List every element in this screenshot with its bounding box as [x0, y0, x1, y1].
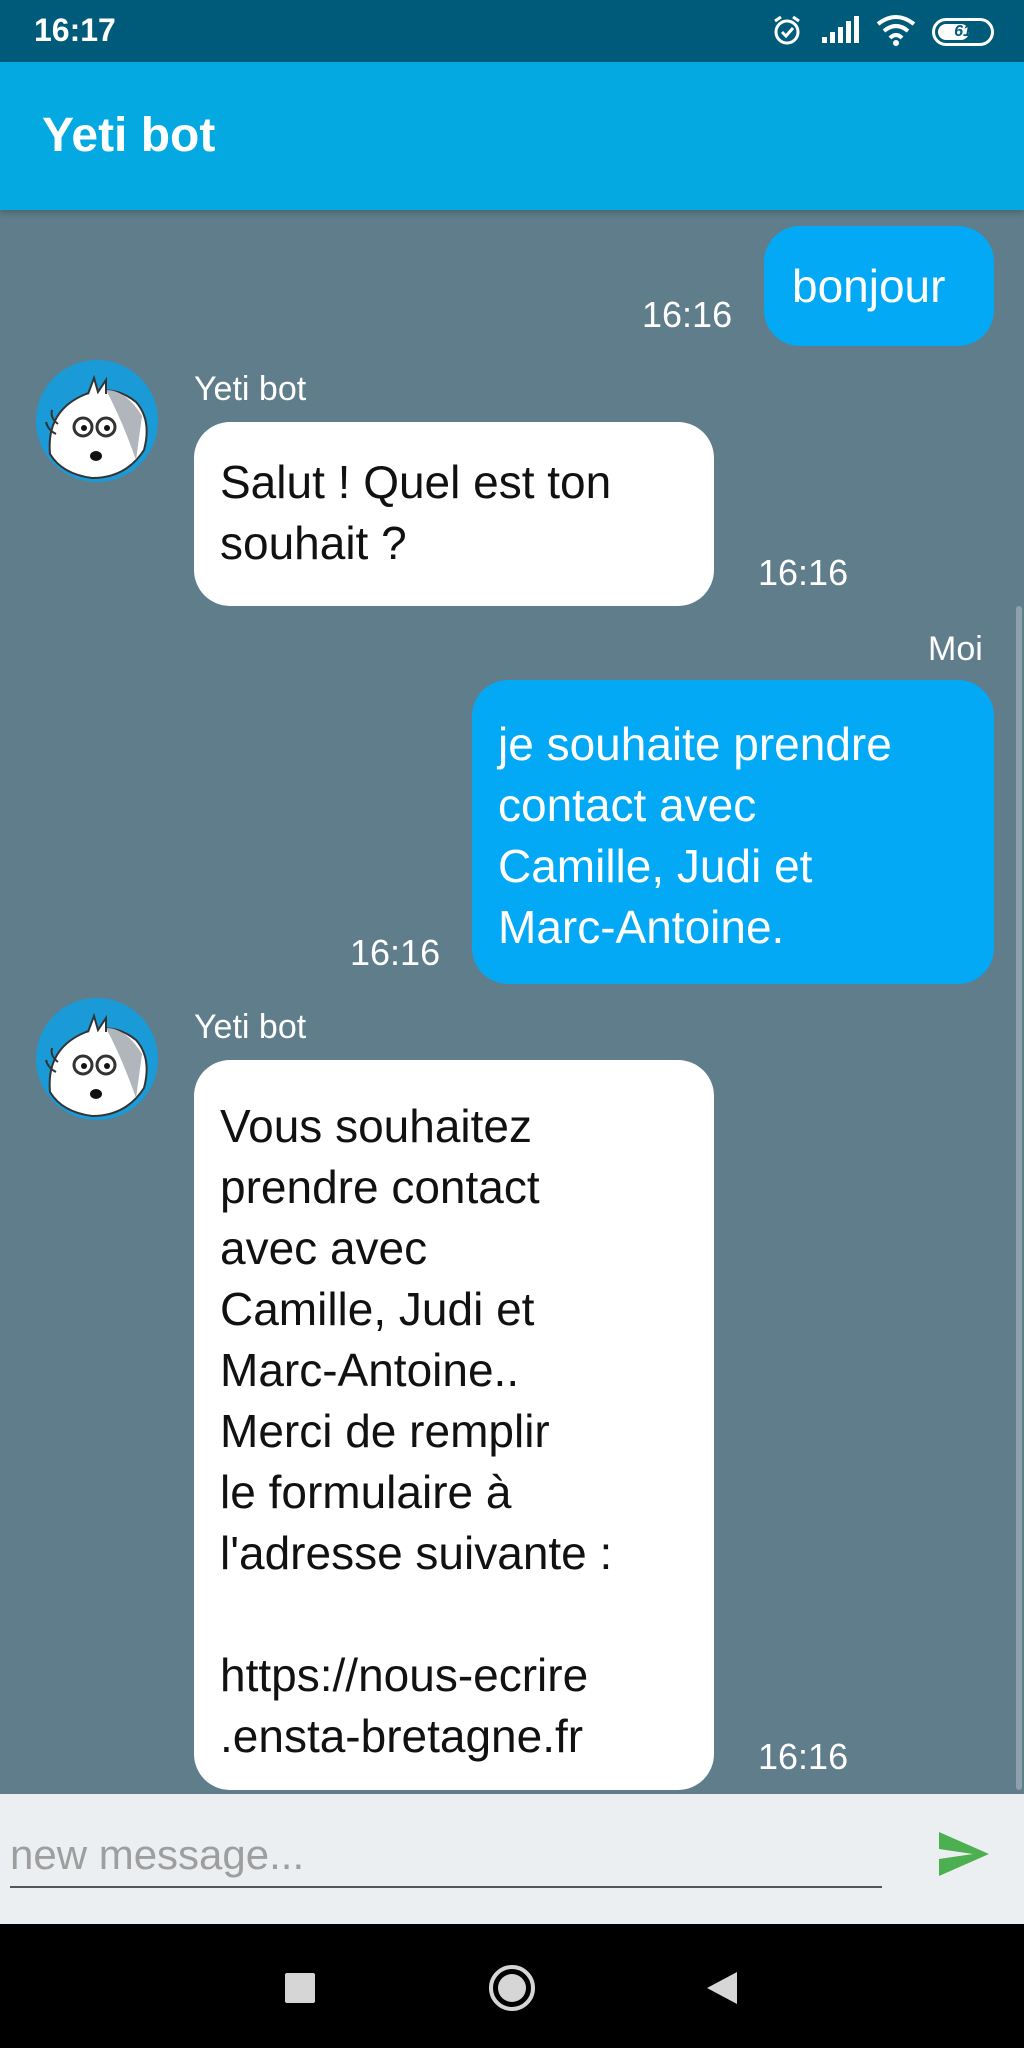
message-input[interactable]: [10, 1824, 882, 1888]
signal-icon: [820, 15, 860, 50]
yeti-avatar-icon: [36, 998, 158, 1120]
sender-name: Moi: [928, 630, 983, 668]
bot-message-bubble[interactable]: Vous souhaitez prendre contact avec avec…: [194, 1060, 714, 1790]
bot-avatar: [36, 998, 158, 1120]
user-message-bubble[interactable]: je souhaite prendre contact avec Camille…: [472, 680, 994, 984]
composer: [0, 1794, 1024, 1924]
scrollbar[interactable]: [1016, 606, 1022, 1790]
home-button[interactable]: [484, 1960, 540, 2016]
app-title: Yeti bot: [42, 109, 216, 162]
message-time: 16:16: [350, 932, 441, 973]
back-button[interactable]: [694, 1960, 750, 2016]
wifi-icon: [876, 14, 916, 51]
message-time: 16:16: [642, 294, 733, 335]
system-nav-bar: [0, 1924, 1024, 2048]
status-icons: 61: [770, 12, 994, 52]
circle-icon: [489, 1965, 535, 2011]
user-message-bubble[interactable]: bonjour: [764, 226, 994, 346]
chat-area[interactable]: bonjour 16:16 Yeti bot Salut ! Quel est …: [0, 210, 1024, 1794]
send-icon: [939, 1832, 989, 1876]
status-bar: 16:17 61: [0, 0, 1024, 62]
recents-button[interactable]: [272, 1960, 328, 2016]
alarm-icon: [770, 13, 804, 52]
sender-name: Yeti bot: [194, 370, 307, 408]
square-icon: [285, 1973, 315, 2003]
status-time: 16:17: [34, 12, 116, 48]
battery-level: 61: [954, 23, 972, 40]
triangle-back-icon: [707, 1972, 737, 2004]
bot-message-bubble[interactable]: Salut ! Quel est ton souhait ?: [194, 422, 714, 606]
message-time: 16:16: [758, 552, 849, 593]
battery-icon: 61: [932, 18, 994, 46]
message-time: 16:16: [758, 1736, 849, 1777]
bot-avatar: [36, 360, 158, 482]
sender-name: Yeti bot: [194, 1008, 307, 1046]
send-button[interactable]: [934, 1824, 994, 1884]
app-bar: Yeti bot: [0, 62, 1024, 210]
yeti-avatar-icon: [36, 360, 158, 482]
